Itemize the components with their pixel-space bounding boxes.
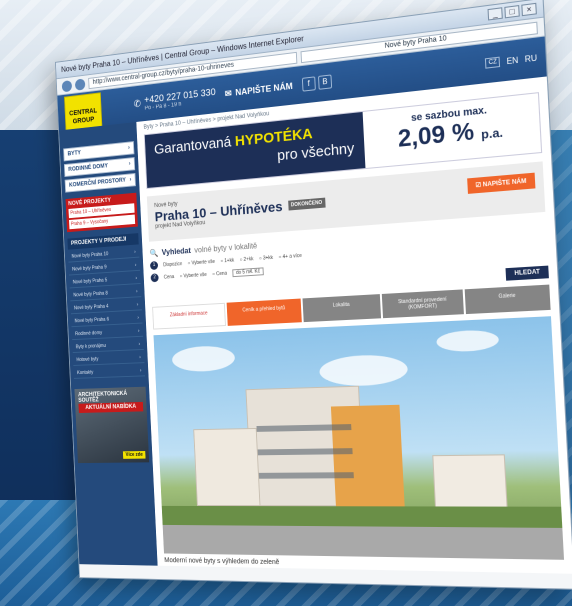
chevron-right-icon: › xyxy=(137,315,139,321)
facebook-icon[interactable]: f xyxy=(301,76,316,92)
phone-icon: ✆ xyxy=(133,98,142,110)
project-link[interactable]: Nové byty Praha 6 › xyxy=(71,313,143,328)
road xyxy=(162,524,565,560)
minimize-button[interactable]: _ xyxy=(487,7,503,21)
lang-ru[interactable]: RU xyxy=(524,53,537,64)
rate-unit: p.a. xyxy=(480,125,504,142)
project-link-label: Nové byty Praha 8 xyxy=(73,290,108,299)
chevron-right-icon: › xyxy=(134,262,137,269)
project-photo xyxy=(153,316,565,560)
cloud xyxy=(318,353,409,387)
chevron-right-icon: › xyxy=(135,275,138,282)
stage: Nové byty Praha 10 – Uhříněves | Central… xyxy=(0,0,572,606)
radio-option[interactable]: 4+ a více xyxy=(278,252,302,259)
project-link-label: Nové byty Praha 4 xyxy=(73,303,109,312)
contact-label: NAPIŠTE NÁM xyxy=(235,80,293,98)
checkbox-icon: ☑ xyxy=(475,182,482,190)
write-us-label: NAPIŠTE NÁM xyxy=(482,178,527,189)
new-projects-promo: NOVÉ PROJEKTY Praha 10 – Uhříněves Praha… xyxy=(65,192,138,233)
contact-link[interactable]: ✉ NAPIŠTE NÁM xyxy=(225,80,293,99)
tab-standard[interactable]: Standardní provedení (KOMFORT) xyxy=(381,289,464,319)
chevron-right-icon: › xyxy=(127,145,130,152)
project-link-label: Rodinné domy xyxy=(75,330,103,338)
windows xyxy=(255,406,355,497)
photo-caption: Moderní nové byty s výhledem do zeleně xyxy=(164,557,280,567)
chevron-right-icon: › xyxy=(138,341,141,348)
social-links: f B xyxy=(301,74,333,92)
project-link-label: Byty k pronájmu xyxy=(75,343,106,351)
sidebar-item-label: RODINNÉ DOMY xyxy=(68,163,109,173)
sidebar-banner[interactable]: ARCHITEKTONICKÁ SOUTĚŽ AKTUÁLNÍ NABÍDKA … xyxy=(74,386,150,464)
close-button[interactable]: × xyxy=(521,2,537,17)
tab-gallery[interactable]: Galerie xyxy=(464,284,551,315)
search-icon: 🔍 xyxy=(149,248,159,258)
envelope-icon: ✉ xyxy=(224,87,232,99)
chevron-right-icon: › xyxy=(128,161,131,168)
tab-location[interactable]: Lokalita xyxy=(302,294,382,323)
project-link-label: Nové byty Praha 9 xyxy=(72,264,107,273)
project-link-label: Nové byty Praha 6 xyxy=(74,316,110,325)
maximize-button[interactable]: □ xyxy=(504,5,520,19)
language-switcher: CZ EN RU xyxy=(485,52,537,69)
project-link[interactable]: Nové byty Praha 4 › xyxy=(70,299,142,315)
chevron-right-icon: › xyxy=(139,354,141,361)
main-content: Byty > Praha 10 – Uhříněves > projekt Na… xyxy=(136,76,572,574)
project-link-label: Nové byty Praha 10 xyxy=(71,251,109,260)
project-link[interactable]: Rodinné domy › xyxy=(71,326,144,341)
chevron-right-icon: › xyxy=(134,249,136,256)
phone-block[interactable]: ✆ +420 227 015 330 Po - Pá 8 - 19 h xyxy=(133,87,216,113)
status-badge: DOKONČENO xyxy=(287,197,326,211)
forward-icon[interactable] xyxy=(74,77,86,91)
project-link-label: Nové byty Praha 5 xyxy=(72,277,108,286)
browser-window: Nové byty Praha 10 – Uhříněves | Central… xyxy=(54,0,572,590)
radio-option[interactable]: 1+kk xyxy=(220,257,234,264)
back-icon[interactable] xyxy=(61,79,73,92)
search-heading: Vyhledat xyxy=(161,246,192,257)
radio-option[interactable]: 2+kk xyxy=(239,256,253,263)
logo-line2: GROUP xyxy=(72,116,95,126)
mortgage-banner-right: se sazbou max. 2,09 % p.a. xyxy=(362,93,542,169)
step-2-icon: 2 xyxy=(150,273,159,283)
chevron-right-icon: › xyxy=(139,367,142,374)
tab-basic-info[interactable]: Základní informace xyxy=(152,302,226,330)
price-select[interactable]: do 5 mil. Kč xyxy=(232,266,264,277)
chevron-right-icon: › xyxy=(136,302,139,308)
project-link[interactable]: Byty k pronájmu › xyxy=(72,339,144,354)
cloud xyxy=(436,329,500,353)
chevron-right-icon: › xyxy=(129,177,132,183)
radio-option[interactable]: Vyberte vše xyxy=(187,258,215,266)
chevron-right-icon: › xyxy=(137,328,140,335)
radio-option[interactable]: Cena xyxy=(212,270,227,277)
filter-label: Dispozice xyxy=(163,260,183,268)
project-link-label: Kontakty xyxy=(76,369,94,376)
window-controls: _ □ × xyxy=(487,2,537,21)
search-button[interactable]: HLEDAT xyxy=(505,265,549,281)
cloud xyxy=(171,344,236,373)
tab-price-list[interactable]: Ceník a přehled bytů xyxy=(226,298,302,326)
lang-en[interactable]: EN xyxy=(506,55,518,66)
sidebar-item-label: KOMERČNÍ PROSTORY xyxy=(68,177,127,189)
chevron-right-icon: › xyxy=(135,288,138,295)
project-link[interactable]: Nové byty Praha 5 › xyxy=(69,273,141,289)
sidebar-banner-red: AKTUÁLNÍ NABÍDKA xyxy=(78,401,144,414)
radio-option[interactable]: 3+kk xyxy=(259,254,273,261)
project-link-label: Hotové byty xyxy=(76,356,99,364)
sidebar-item-label: BYTY xyxy=(67,150,82,158)
search-heading-light: volné byty v lokalitě xyxy=(194,241,258,255)
blog-icon[interactable]: B xyxy=(317,74,333,90)
step-1-icon: 1 xyxy=(149,261,159,271)
lang-cz[interactable]: CZ xyxy=(485,56,501,69)
filter-label: Cena xyxy=(163,273,175,281)
project-link[interactable]: Nové byty Praha 9 › xyxy=(68,260,141,276)
page-body: BYTY › RODINNÉ DOMY › KOMERČNÍ PROSTORY … xyxy=(59,76,572,574)
radio-option[interactable]: Vyberte vše xyxy=(179,272,207,279)
building-left xyxy=(193,427,261,507)
sidebar-banner-cta[interactable]: Více zde xyxy=(122,451,146,459)
project-link[interactable]: Nové byty Praha 8 › xyxy=(69,286,142,302)
project-link[interactable]: Hotové byty › xyxy=(72,352,145,366)
project-link[interactable]: Kontakty › xyxy=(73,365,146,379)
